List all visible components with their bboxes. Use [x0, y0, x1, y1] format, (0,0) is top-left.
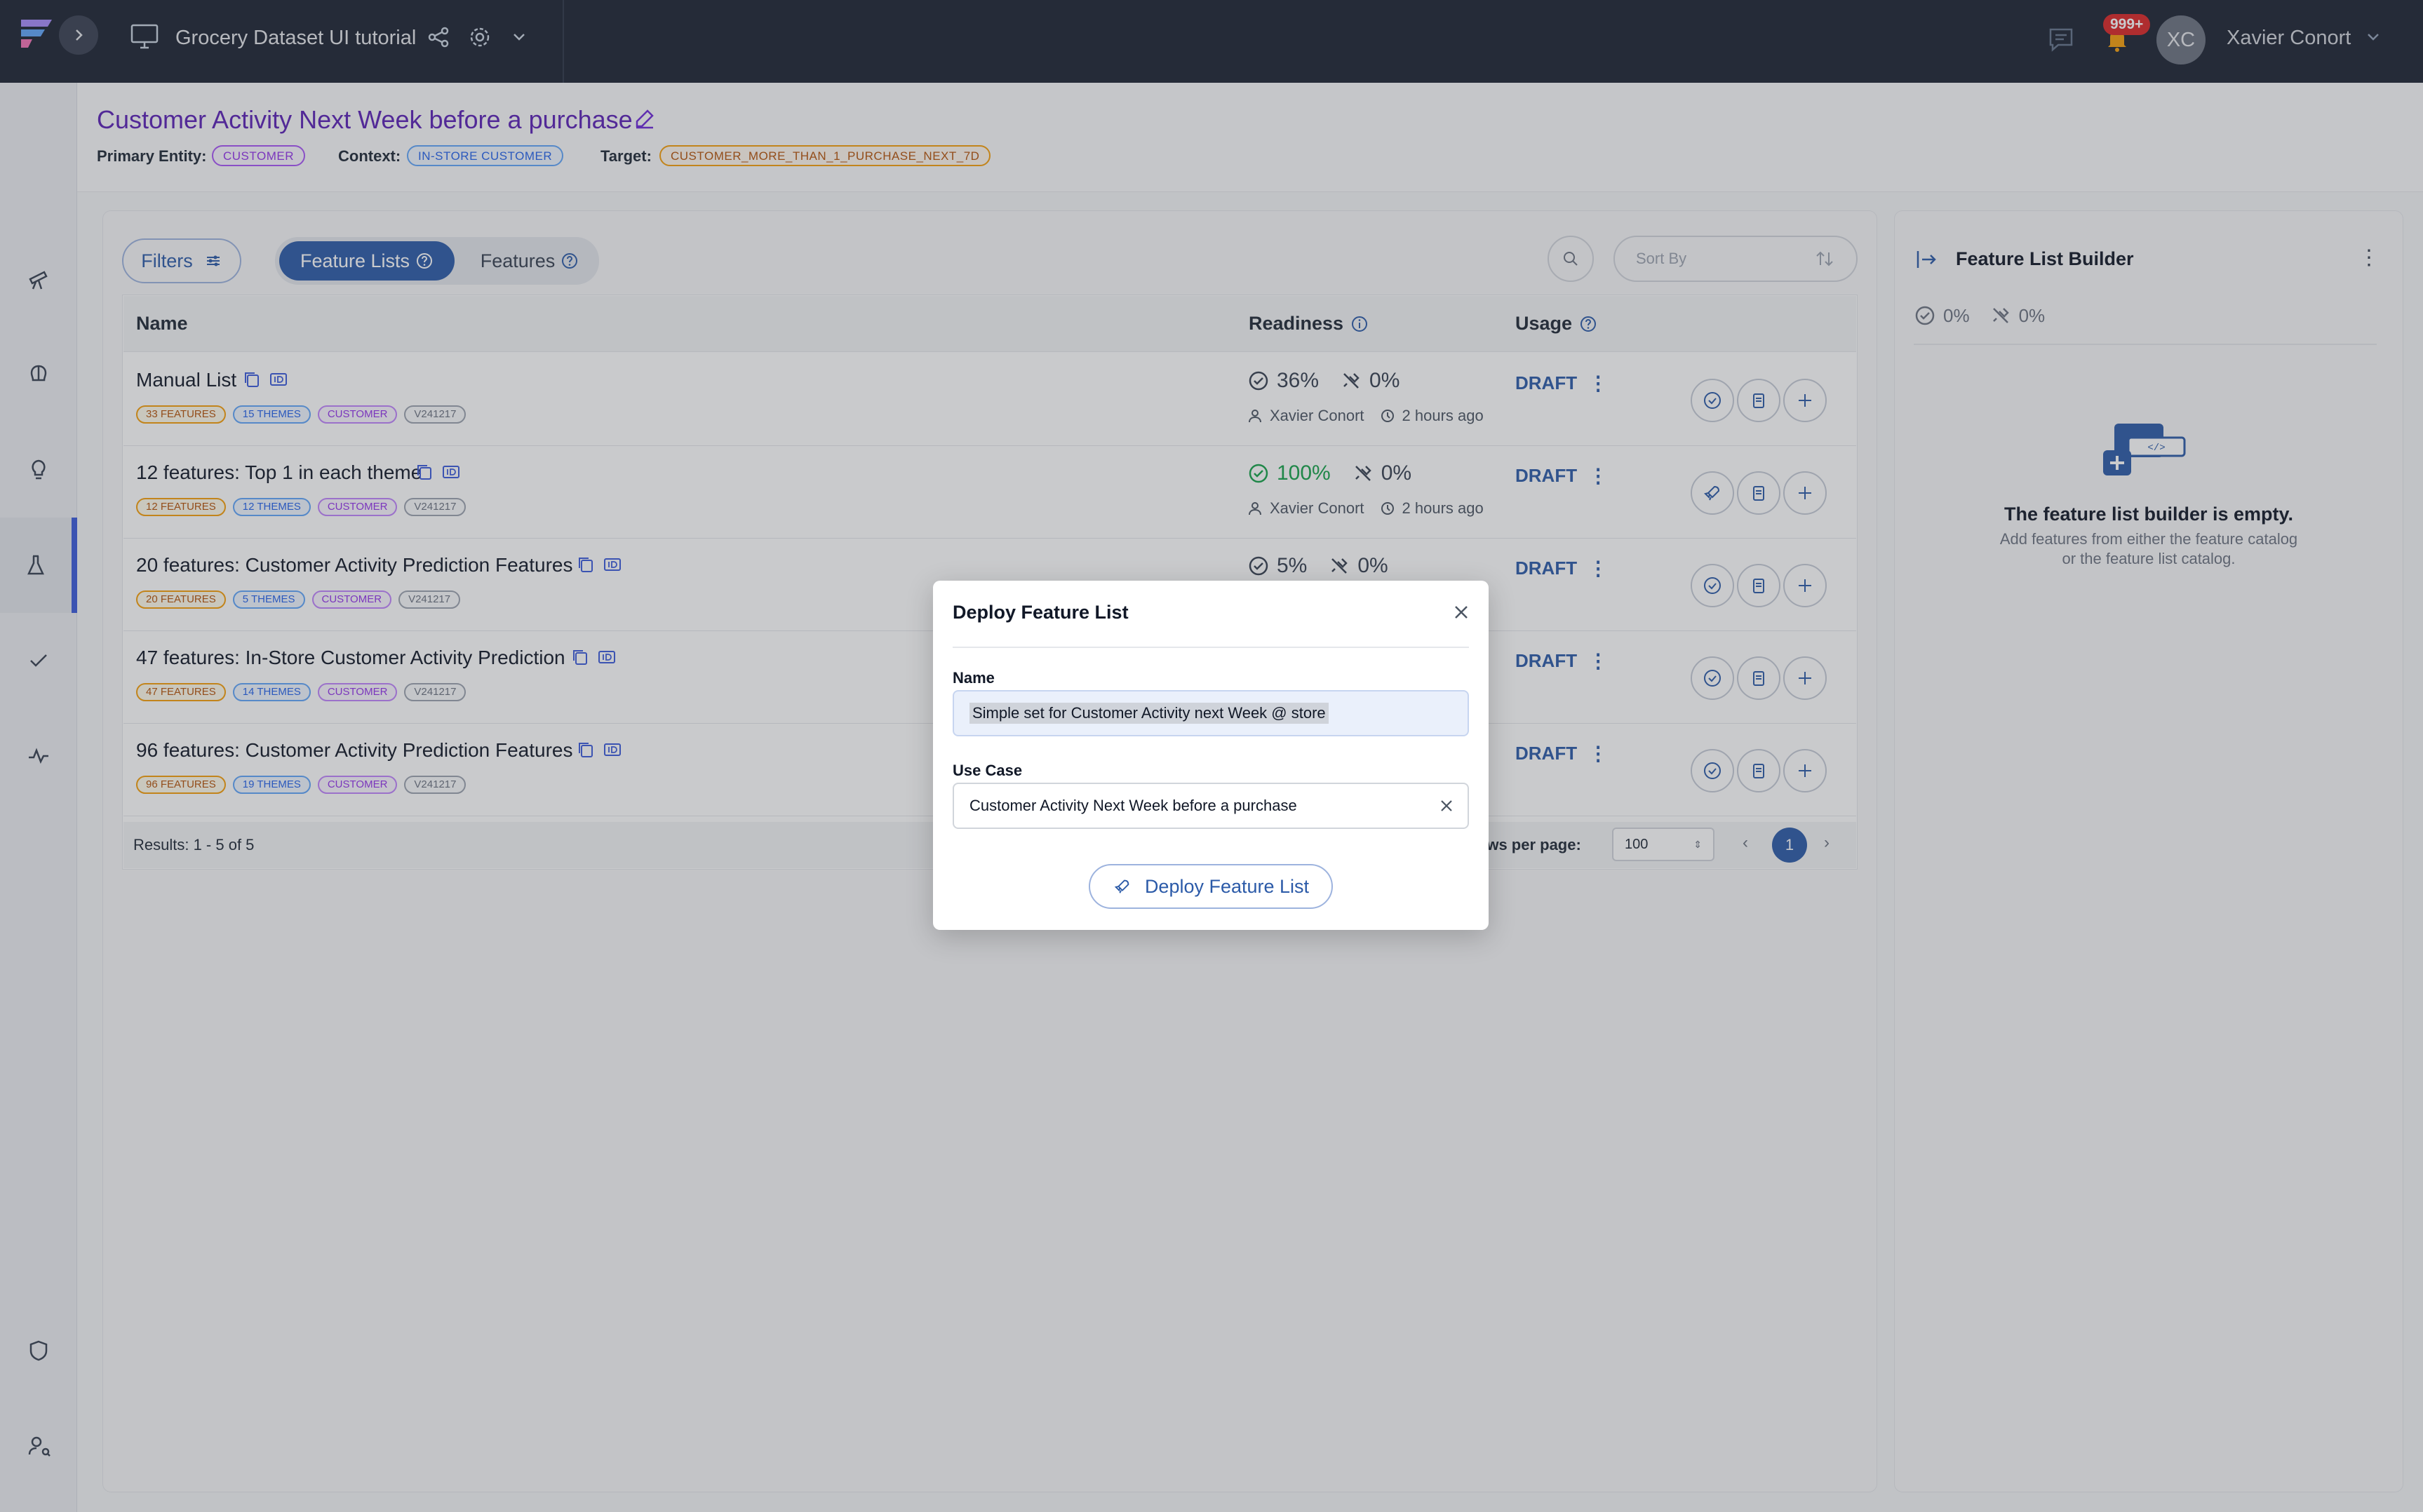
use-case-label: Use Case [953, 762, 1023, 779]
name-field-value: Simple set for Customer Activity next We… [969, 703, 1329, 724]
close-icon[interactable] [1452, 603, 1470, 621]
use-case-field[interactable]: Customer Activity Next Week before a pur… [953, 783, 1469, 829]
name-field[interactable]: Simple set for Customer Activity next We… [953, 690, 1469, 736]
deploy-button-label: Deploy Feature List [1144, 875, 1310, 897]
modal-title: Deploy Feature List [953, 602, 1129, 623]
name-label: Name [953, 669, 995, 687]
deploy-button[interactable]: Deploy Feature List [1089, 864, 1333, 909]
divider [953, 647, 1469, 648]
use-case-value: Customer Activity Next Week before a pur… [969, 797, 1297, 814]
clear-icon[interactable] [1438, 797, 1455, 814]
rocket-icon [1114, 879, 1129, 893]
deploy-feature-list-modal: Deploy Feature List Name Simple set for … [933, 581, 1489, 930]
